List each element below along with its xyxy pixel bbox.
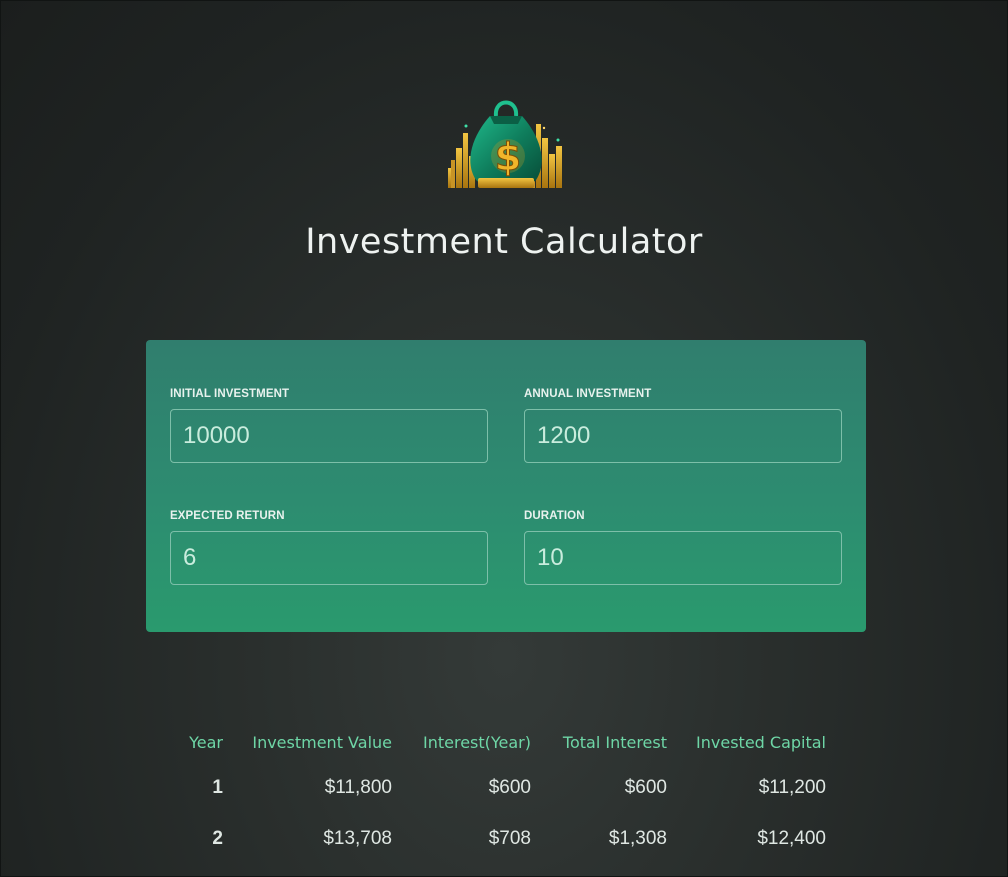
- header-invested-capital: Invested Capital: [696, 732, 826, 752]
- duration-label: Duration: [524, 510, 585, 522]
- header-interest-year: Interest(Year): [422, 732, 531, 752]
- cell-investment-value: $11,800: [324, 776, 392, 798]
- cell-interest-year: $708: [488, 827, 531, 849]
- header-investment-value: Investment Value: [252, 732, 392, 752]
- cell-interest-year: $600: [488, 776, 531, 798]
- expected-return-label: Expected Return: [170, 510, 285, 522]
- annual-investment-field: Annual Investment: [524, 387, 842, 463]
- header-total-interest: Total Interest: [562, 732, 667, 752]
- user-input-panel: Initial Investment Annual Investment Exp…: [146, 340, 866, 632]
- header-year: Year: [189, 732, 223, 752]
- money-bag-icon: $: [448, 100, 562, 188]
- cell-total-interest: $1,308: [608, 827, 667, 849]
- table-row: 1 $11,800 $600 $600 $11,200: [172, 762, 826, 813]
- page-title: Investment Calculator: [305, 222, 703, 262]
- cell-year: 1: [212, 776, 223, 798]
- initial-investment-field: Initial Investment: [170, 387, 488, 463]
- annual-investment-input[interactable]: [524, 409, 842, 463]
- annual-investment-label: Annual Investment: [524, 388, 652, 400]
- initial-investment-label: Initial Investment: [170, 388, 290, 400]
- table-row: 2 $13,708 $708 $1,308 $12,400: [172, 813, 826, 864]
- results-header-row: Year Investment Value Interest(Year) Tot…: [172, 722, 826, 762]
- cell-invested-capital: $12,400: [757, 827, 826, 849]
- results-table: Year Investment Value Interest(Year) Tot…: [172, 722, 826, 864]
- cell-investment-value: $13,708: [323, 827, 392, 849]
- expected-return-input[interactable]: [170, 531, 488, 585]
- duration-field: Duration: [524, 509, 842, 585]
- initial-investment-input[interactable]: [170, 409, 488, 463]
- cell-year: 2: [212, 827, 223, 849]
- cell-invested-capital: $11,200: [758, 776, 826, 798]
- duration-input[interactable]: [524, 531, 842, 585]
- cell-total-interest: $600: [624, 776, 667, 798]
- expected-return-field: Expected Return: [170, 509, 488, 585]
- svg-text:$: $: [495, 135, 521, 179]
